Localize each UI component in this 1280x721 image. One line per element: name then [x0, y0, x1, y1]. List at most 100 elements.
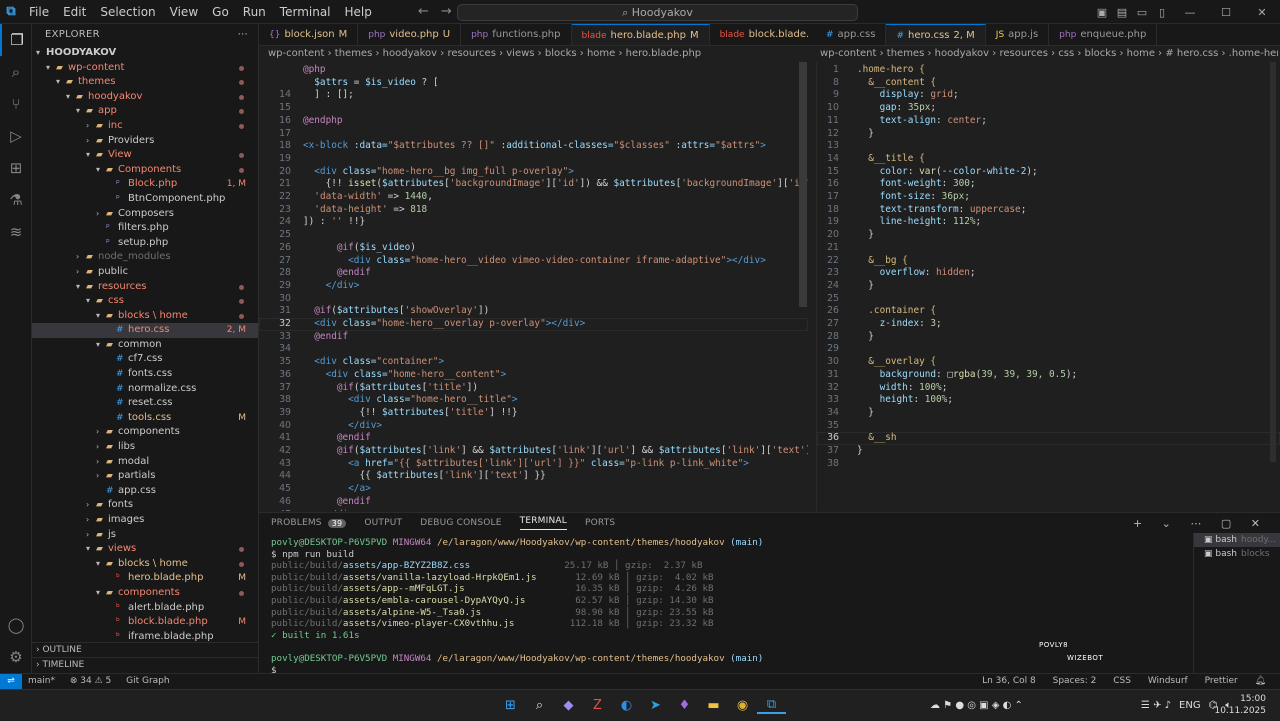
panel-tab-terminal[interactable]: TERMINAL [519, 516, 567, 530]
panel-tab-output[interactable]: OUTPUT [364, 518, 402, 528]
tree-item[interactable]: ▾ ▰ View [32, 148, 258, 163]
tree-item[interactable]: ᵖ BtnComponent.php [32, 192, 258, 207]
tray-icons-2[interactable]: ☰ ✈ ♪ [1141, 700, 1171, 711]
more-actions-icon[interactable]: ⋯ [238, 24, 248, 46]
menu-go[interactable]: Go [205, 5, 236, 19]
close-button[interactable]: ✕ [1244, 6, 1280, 19]
tree-item[interactable]: › ▰ node_modules [32, 250, 258, 265]
manage-gear-icon[interactable]: ⚙ [0, 641, 32, 673]
tree-item[interactable]: ▾ ▰ resources [32, 280, 258, 295]
tree-item[interactable]: › ▰ partials [32, 469, 258, 484]
workspace-root[interactable]: ▾ HOODYAKOV [32, 46, 258, 61]
run-debug-icon[interactable]: ▷ [0, 120, 32, 152]
menu-view[interactable]: View [163, 5, 205, 19]
tree-item[interactable]: › ▰ fonts [32, 498, 258, 513]
editor-tab[interactable]: {} block.json M [259, 24, 359, 45]
left-breadcrumb[interactable]: wp-content › themes › hoodyakov › resour… [268, 46, 803, 62]
edge-icon[interactable]: ◐ [612, 698, 641, 713]
secondary-toggle-icon[interactable]: ▯ [1152, 6, 1172, 19]
menu-run[interactable]: Run [236, 5, 273, 19]
menu-file[interactable]: File [22, 5, 56, 19]
problems-count[interactable]: ⊗ 34 ⚠ 5 [70, 676, 111, 686]
vscode-taskbar-icon[interactable]: ⧉ [757, 697, 786, 714]
tree-item[interactable]: ▾ ▰ hoodyakov [32, 90, 258, 105]
editor-tab[interactable]: # app.css [816, 24, 887, 45]
tree-item[interactable]: # tools.css M [32, 411, 258, 426]
tree-item[interactable]: # fonts.css [32, 367, 258, 382]
right-breadcrumb[interactable]: wp-content › themes › hoodyakov › resour… [820, 46, 1278, 62]
tray-icons[interactable]: ☁ ⚑ ● ◎ ▣ ◈ ◐ ⌃ [930, 700, 1023, 711]
tree-item[interactable]: › ▰ libs [32, 440, 258, 455]
filezilla-icon[interactable]: Z [583, 698, 612, 713]
language-mode[interactable]: CSS [1113, 676, 1131, 686]
tree-item[interactable]: ▾ ▰ views [32, 542, 258, 557]
tree-item[interactable]: ᵖ Block.php 1, M [32, 177, 258, 192]
command-center-search[interactable]: ⌕ Hoodyakov [457, 4, 858, 21]
chrome-icon[interactable]: ◉ [728, 698, 757, 713]
left-editor-scrollbar[interactable] [799, 62, 807, 307]
editor-tab[interactable]: JS app.js [986, 24, 1050, 45]
file-explorer-icon[interactable]: ▬ [699, 698, 728, 713]
input-language[interactable]: ENG [1179, 700, 1201, 711]
tree-item[interactable]: › ▰ images [32, 513, 258, 528]
git-branch[interactable]: main* [28, 676, 55, 686]
tree-item[interactable]: # hero.css 2, M [32, 323, 258, 338]
menu-help[interactable]: Help [338, 5, 379, 19]
layout-toggle-icon[interactable]: ▣ [1092, 6, 1112, 19]
tree-item[interactable]: ▾ ▰ wp-content [32, 61, 258, 76]
prettier-status[interactable]: Prettier [1205, 676, 1238, 686]
editor-tab[interactable]: blade hero.blade.php M [571, 24, 710, 45]
editor-tab[interactable]: # hero.css 2, M [886, 24, 986, 45]
windsurf-status[interactable]: Windsurf [1148, 676, 1188, 686]
panel-actions[interactable]: + ⌄ ⋯ ▢ ✕ [1133, 517, 1268, 530]
terminal-instance[interactable]: ▣ bash blocks [1194, 547, 1280, 561]
clock[interactable]: 15:00 10.11.2025 [1214, 693, 1266, 717]
tree-item[interactable]: ▾ ▰ common [32, 338, 258, 353]
tree-item[interactable]: ᵖ setup.php [32, 236, 258, 251]
tree-item[interactable]: ᵇ block.blade.php M [32, 615, 258, 630]
editor-tab[interactable]: php functions.php [461, 24, 572, 45]
git-graph-button[interactable]: Git Graph [126, 676, 169, 686]
extensions-icon[interactable]: ⊞ [0, 152, 32, 184]
telegram-icon[interactable]: ➤ [641, 698, 670, 713]
tree-item[interactable]: › ▰ Providers [32, 134, 258, 149]
cursor-position[interactable]: Ln 36, Col 8 [982, 676, 1036, 686]
tree-item[interactable]: ▾ ▰ app [32, 104, 258, 119]
tree-item[interactable]: ᵖ filters.php [32, 221, 258, 236]
editor-tab[interactable]: bladeblock.blade.phpM [710, 24, 808, 45]
tree-item[interactable]: # normalize.css [32, 382, 258, 397]
source-control-icon[interactable]: ⑂ [0, 88, 32, 120]
tree-item[interactable]: ▾ ▰ themes [32, 75, 258, 90]
tree-item[interactable]: ᵇ alert.blade.php [32, 601, 258, 616]
menu-terminal[interactable]: Terminal [273, 5, 338, 19]
tree-item[interactable]: › ▰ js [32, 528, 258, 543]
tree-item[interactable]: ▾ ▰ css [32, 294, 258, 309]
tree-item[interactable]: › ▰ components [32, 425, 258, 440]
app-icon-2[interactable]: ♦ [670, 698, 699, 713]
tree-item[interactable]: # cf7.css [32, 352, 258, 367]
right-editor-scrollbar[interactable] [1270, 62, 1276, 462]
search-icon[interactable]: ⌕ [0, 56, 32, 88]
remote-indicator-icon[interactable]: ⇌ [0, 674, 22, 690]
tree-item[interactable]: ▾ ▰ Components [32, 163, 258, 178]
tree-item[interactable]: › ▰ public [32, 265, 258, 280]
menu-edit[interactable]: Edit [56, 5, 93, 19]
menu-selection[interactable]: Selection [93, 5, 162, 19]
start-icon[interactable]: ⊞ [496, 698, 525, 713]
panel-tab-debug-console[interactable]: DEBUG CONSOLE [420, 518, 501, 528]
editor-tab[interactable]: php enqueue.php [1049, 24, 1158, 45]
panel-tab-problems[interactable]: PROBLEMS [271, 518, 322, 528]
taskbar-search-icon[interactable]: ⌕ [525, 698, 554, 713]
tree-item[interactable]: › ▰ inc [32, 119, 258, 134]
app-icon-1[interactable]: ◆ [554, 698, 583, 713]
outline-section[interactable]: › OUTLINE [32, 642, 258, 657]
terminal-instance[interactable]: ▣ bash hoody... [1194, 533, 1280, 547]
notifications-bell-icon[interactable]: 🔔︎ [1255, 676, 1266, 686]
accounts-icon[interactable]: ◯ [0, 609, 32, 641]
tree-item[interactable]: # app.css [32, 484, 258, 499]
tree-item[interactable]: ▾ ▰ components [32, 586, 258, 601]
panel-toggle-icon[interactable]: ▭ [1132, 6, 1152, 19]
remote-explorer-icon[interactable]: ≋ [0, 216, 32, 248]
panel-tab-ports[interactable]: PORTS [585, 518, 615, 528]
tree-item[interactable]: › ▰ modal [32, 455, 258, 470]
